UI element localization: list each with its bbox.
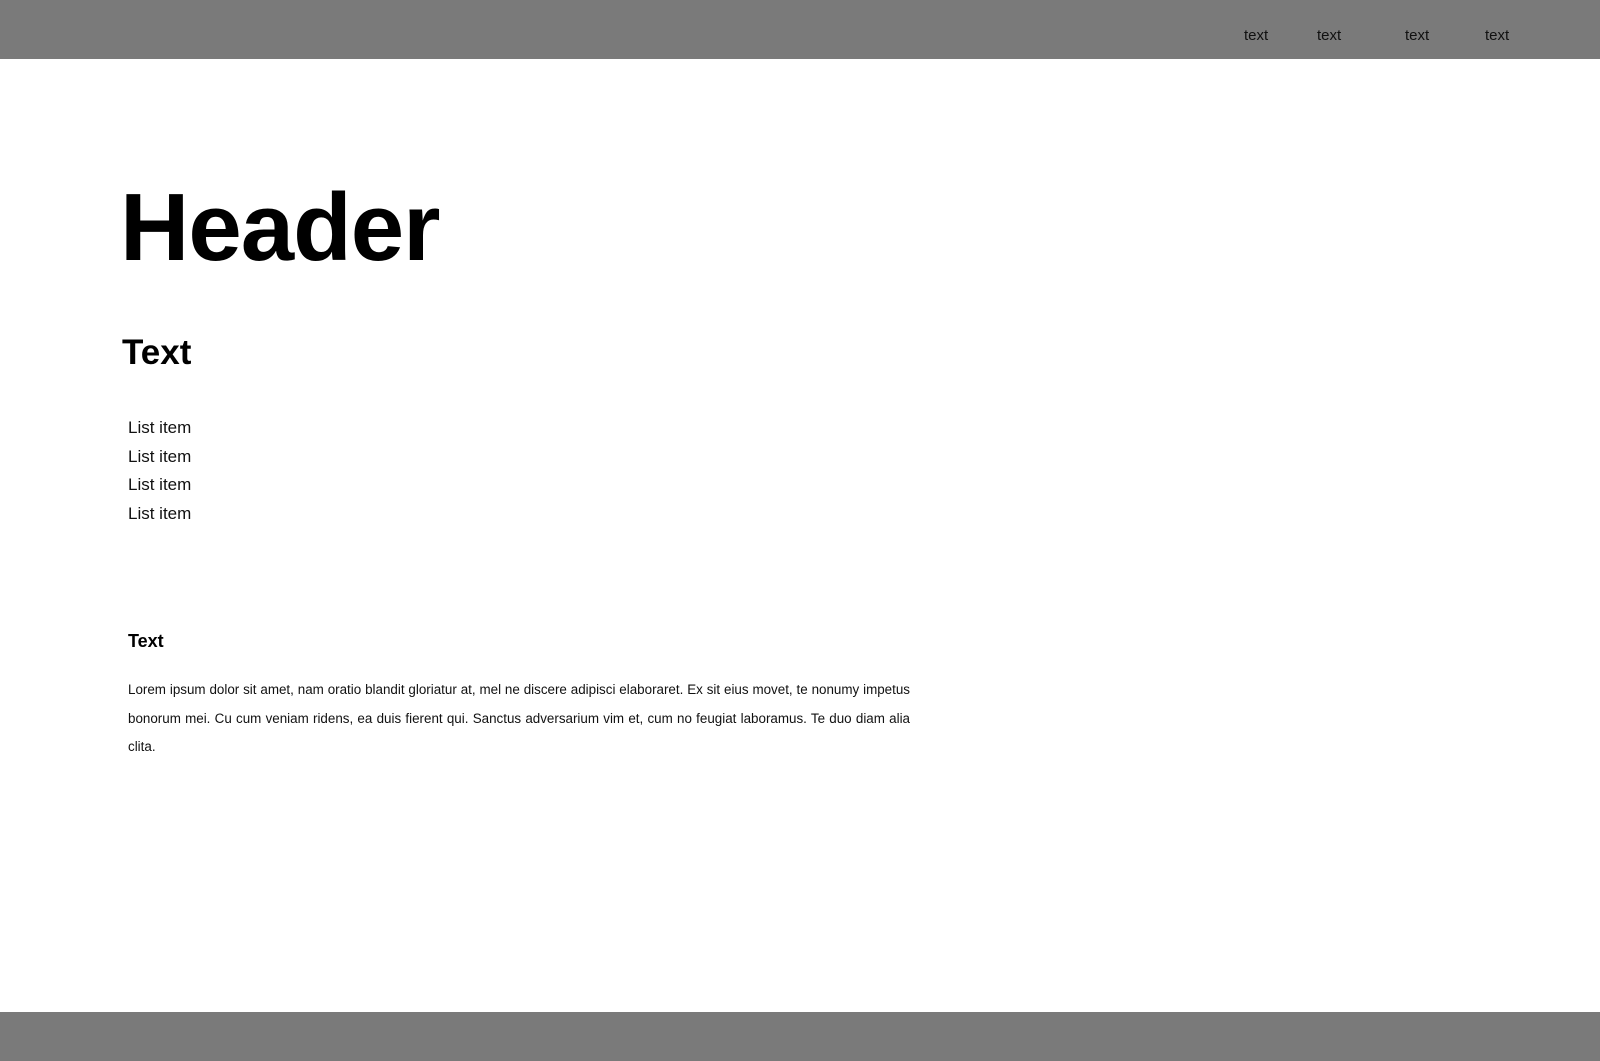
top-bar: text text text text [0, 0, 1600, 59]
page-title: Header [120, 174, 440, 281]
paragraph-heading: Text [128, 631, 164, 651]
footer-bar [0, 1012, 1600, 1061]
page: text text text text Header Text List ite… [0, 0, 1600, 1061]
nav-link-4[interactable]: text [1485, 26, 1509, 46]
top-navigation: text text text text [0, 0, 1600, 59]
list-item: List item [128, 475, 192, 494]
nav-link-2[interactable]: text [1317, 26, 1341, 46]
nav-link-1[interactable]: text [1244, 26, 1268, 46]
item-list: List item List item List item List item [128, 414, 191, 528]
body-paragraph: Lorem ipsum dolor sit amet, nam oratio b… [128, 682, 910, 754]
list-item: List item [128, 446, 192, 466]
list-item: List item [128, 418, 192, 437]
nav-link-3[interactable]: text [1405, 26, 1429, 46]
section-heading: Text [122, 333, 192, 372]
list-item: List item [128, 503, 192, 523]
